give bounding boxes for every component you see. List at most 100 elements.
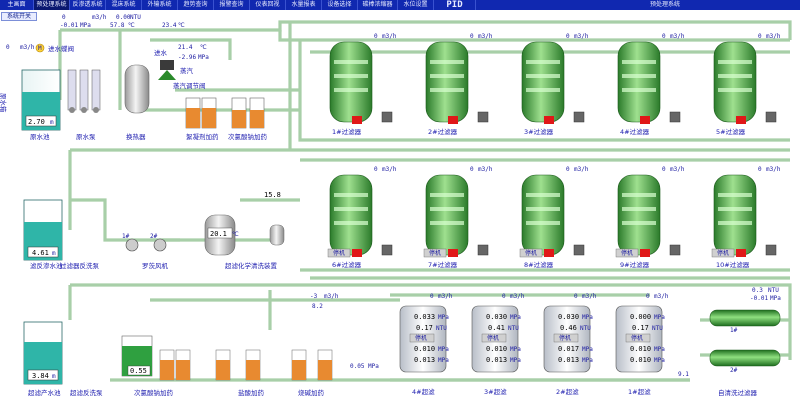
heat-exchanger[interactable] (124, 64, 150, 114)
filter-flow-unit: m3/h (382, 33, 397, 40)
filter-pipe-band (718, 60, 752, 64)
process-diagram: 2.70 m 原水池 原水箱 0 m3/h M 进水蝶阀 0 m3/h 0.00… (0, 14, 792, 397)
uf-v2: 0.17 (416, 324, 433, 332)
filter-pipe-band (622, 221, 656, 225)
uf-v2-unit: NTU (508, 325, 519, 332)
blower-label: 罗茨风机 (142, 261, 169, 270)
filter-drain-icon (765, 244, 777, 256)
filter-alarm-indicator (544, 249, 554, 257)
uf-label: 3#超滤 (484, 387, 507, 396)
filter-pipe-band (526, 207, 560, 211)
press-a-unit: MPa (80, 22, 91, 29)
steam-valve-icon[interactable] (158, 60, 176, 80)
uf-v2-unit: NTU (436, 325, 447, 332)
filter-status-text: 停机 (429, 249, 441, 257)
filter-pipe-band (718, 221, 752, 225)
uf-status-text: 停机 (631, 334, 643, 342)
filter-vessel (521, 41, 565, 123)
filter-r1-2[interactable]: 0 m3/h 2#过滤器 (425, 33, 493, 136)
self-clean-filters[interactable] (709, 309, 781, 367)
filter-r1-3[interactable]: 0 m3/h 3#过滤器 (521, 33, 589, 136)
chem-temp-unit: ℃ (232, 231, 239, 238)
uf-unit-flow-unit: m3/h (654, 293, 669, 300)
uf-v3-unit: MPa (438, 346, 449, 353)
chem-temp-value: 20.1 (210, 230, 227, 238)
temp-a-value: 57.8 (110, 22, 125, 29)
uf-unit-flow-value: 0 (646, 293, 650, 300)
hcl-label: 盐酸加药 (238, 388, 265, 397)
uf-press-value: 8.2 (312, 303, 323, 310)
filter-r2-1[interactable]: 停机 0 m3/h 6#过滤器 (327, 166, 397, 269)
motor-m-label: M (38, 45, 42, 52)
chem-clean-label: 超滤化学清洗装置 (225, 261, 278, 270)
product-tank-label: 超滤产水池 (28, 388, 61, 397)
ntu-value: 0.00 (116, 14, 131, 21)
filter-r1-5[interactable]: 0 m3/h 5#过滤器 (713, 33, 781, 136)
uf-unit-flow-value: 0 (574, 293, 578, 300)
uf-v4: 0.013 (486, 356, 507, 364)
naoh-dosing[interactable] (291, 349, 333, 381)
filter-pipe-band (430, 60, 464, 64)
filter-label: 5#过滤器 (716, 127, 746, 136)
uf-label: 2#超滤 (556, 387, 579, 396)
raw-temp-unit: ℃ (178, 22, 185, 29)
press-b-unit: MPa (198, 54, 209, 61)
hcl-dosing[interactable] (215, 349, 261, 381)
uf-v1: 0.030 (486, 313, 507, 321)
filter-label: 10#过滤器 (716, 260, 750, 269)
filter-r2-4[interactable]: 停机 0 m3/h 9#过滤器 (615, 166, 685, 269)
uf-v3-unit: MPa (510, 346, 521, 353)
self-press-unit: MPa (770, 295, 781, 302)
uf-unit-flow-unit: m3/h (510, 293, 525, 300)
filter-flow-value: 0 (758, 33, 762, 40)
self-press-value: -0.01 (750, 295, 768, 302)
filter-alarm-indicator (352, 249, 362, 257)
filter-drain-icon (381, 244, 393, 256)
steam-label: 蒸汽 (180, 66, 194, 75)
coagulant-dosing[interactable] (185, 97, 217, 129)
filter-pipe-band (334, 193, 368, 197)
uf-unit-flow-unit: m3/h (438, 293, 453, 300)
filter-r1-4[interactable]: 0 m3/h 4#过滤器 (617, 33, 685, 136)
filter-alarm-indicator (448, 249, 458, 257)
uf-unit-flow-value: 0 (502, 293, 506, 300)
uf-v4-unit: MPa (582, 357, 593, 364)
self-clean-filter1: 1# (730, 327, 738, 334)
uf-v2: 0.17 (632, 324, 649, 332)
raw-pumps[interactable] (67, 69, 101, 113)
uf-status-text: 停机 (487, 334, 499, 342)
backwash-level-unit: m (52, 250, 56, 257)
hypochlorite-dosing[interactable] (231, 97, 265, 129)
self-ntu-unit: NTU (768, 287, 779, 294)
uf-v1-unit: MPa (438, 314, 449, 321)
uf-dose-level: 0.55 (130, 367, 147, 375)
filter-pipe-band (334, 207, 368, 211)
filter-vessel (617, 174, 661, 256)
uf-v3: 0.010 (414, 345, 435, 353)
filter-drain-icon (477, 111, 489, 123)
hypochlorite-label: 次氯酸钠加药 (228, 132, 268, 141)
filter-pipe-band (622, 207, 656, 211)
uf-v3: 0.010 (486, 345, 507, 353)
filter-alarm-indicator (448, 116, 458, 124)
filter-r2-5[interactable]: 停机 0 m3/h 10#过滤器 (711, 166, 781, 269)
filter-pipe-band (430, 207, 464, 211)
naoh-label: 烧碱加药 (298, 388, 325, 397)
filter-r2-2[interactable]: 停机 0 m3/h 7#过滤器 (423, 166, 493, 269)
uf-flow-value: -3 (310, 293, 318, 300)
filter-label: 6#过滤器 (332, 260, 362, 269)
self-clean-filter2: 2# (730, 367, 738, 374)
filter-r2-3[interactable]: 停机 0 m3/h 8#过滤器 (519, 166, 589, 269)
filter-vessel (425, 174, 469, 256)
filter-vessel (329, 41, 373, 123)
filter-flow-value: 0 (470, 33, 474, 40)
raw-tank-level-value: 2.70 (28, 118, 45, 126)
filter-r1-1[interactable]: 0 m3/h 1#过滤器 (329, 33, 397, 136)
product-level-value: 3.84 (32, 372, 49, 380)
uf-v4: 0.010 (630, 356, 651, 364)
uf-v1: 0.033 (414, 313, 435, 321)
filter-label: 3#过滤器 (524, 127, 554, 136)
top-flow-unit: m3/h (20, 44, 35, 51)
filter-vessel (329, 174, 373, 256)
raw-tank-label: 原水池 (30, 132, 50, 141)
